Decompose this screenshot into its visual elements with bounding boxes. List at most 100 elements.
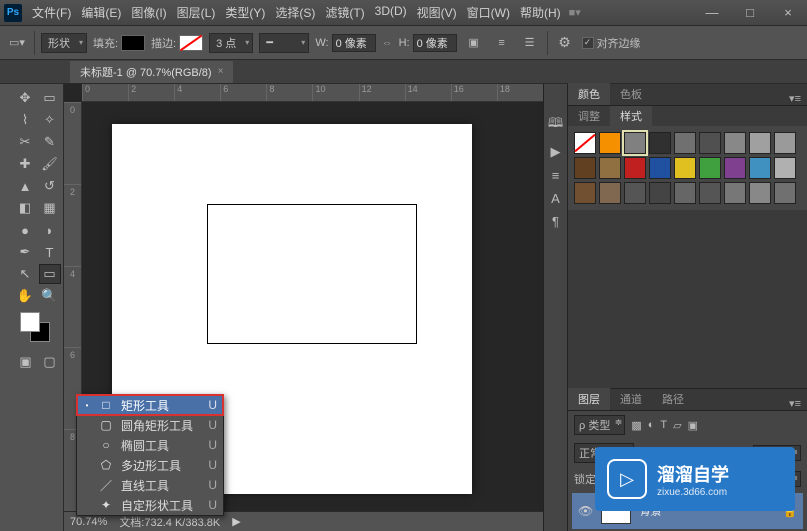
document-tab[interactable]: 未标题-1 @ 70.7%(RGB/8) × bbox=[70, 61, 233, 83]
tab-paths[interactable]: 路径 bbox=[652, 388, 694, 410]
style-swatch[interactable] bbox=[674, 132, 696, 154]
flyout-rectangle[interactable]: •□矩形工具U bbox=[77, 395, 223, 415]
menu-edit[interactable]: 编辑(E) bbox=[77, 2, 125, 23]
close-button[interactable]: × bbox=[773, 6, 803, 20]
minimize-button[interactable]: — bbox=[697, 6, 727, 20]
menu-select[interactable]: 选择(S) bbox=[271, 2, 319, 23]
align-icon[interactable]: ≡ bbox=[491, 32, 513, 54]
tab-styles[interactable]: 样式 bbox=[610, 106, 652, 126]
magic-wand-tool[interactable]: ✧ bbox=[39, 110, 61, 130]
style-swatch[interactable] bbox=[724, 132, 746, 154]
zoom-tool[interactable]: 🔍 bbox=[39, 286, 61, 306]
eyedropper-tool[interactable]: ✎ bbox=[39, 132, 61, 152]
style-swatch[interactable] bbox=[649, 157, 671, 179]
tab-layers[interactable]: 图层 bbox=[568, 388, 610, 410]
menu-layer[interactable]: 图层(L) bbox=[173, 2, 220, 23]
filter-pixel-icon[interactable]: ▩ bbox=[631, 419, 641, 432]
style-swatch[interactable] bbox=[699, 157, 721, 179]
history-panel-icon[interactable]: 🕮 bbox=[548, 114, 563, 136]
hand-tool[interactable]: ✋ bbox=[14, 286, 36, 306]
style-swatch[interactable] bbox=[699, 182, 721, 204]
style-swatch[interactable] bbox=[574, 157, 596, 179]
style-swatch[interactable] bbox=[724, 157, 746, 179]
color-wells[interactable] bbox=[20, 312, 52, 344]
stroke-style-dropdown[interactable]: ━ bbox=[259, 33, 309, 53]
move-tool[interactable]: ✥ bbox=[14, 88, 36, 108]
drawn-rectangle[interactable] bbox=[207, 204, 417, 344]
brush-tool[interactable]: 🖌 bbox=[39, 154, 61, 174]
style-swatch[interactable] bbox=[574, 132, 596, 154]
quickmask-icon[interactable]: ▣ bbox=[15, 352, 37, 372]
stamp-tool[interactable]: ▲ bbox=[14, 176, 36, 196]
menu-help[interactable]: 帮助(H) bbox=[516, 2, 565, 23]
blur-tool[interactable]: ● bbox=[14, 220, 36, 240]
style-swatch[interactable] bbox=[649, 182, 671, 204]
filter-shape-icon[interactable]: ▱ bbox=[673, 419, 681, 432]
pen-tool[interactable]: ✒ bbox=[14, 242, 36, 262]
filter-smart-icon[interactable]: ▣ bbox=[688, 419, 698, 432]
height-input[interactable]: 0 像素 bbox=[413, 34, 457, 52]
gear-icon[interactable]: ⚙ bbox=[554, 32, 576, 54]
extras-button[interactable]: ■▾ bbox=[569, 6, 581, 19]
arrange-icon[interactable]: ☰ bbox=[519, 32, 541, 54]
style-swatch[interactable] bbox=[574, 182, 596, 204]
path-select-tool[interactable]: ↖ bbox=[14, 264, 36, 284]
style-swatch[interactable] bbox=[624, 182, 646, 204]
style-swatch[interactable] bbox=[749, 182, 771, 204]
style-swatch[interactable] bbox=[599, 182, 621, 204]
style-swatch[interactable] bbox=[599, 157, 621, 179]
type-tool[interactable]: T bbox=[39, 242, 61, 262]
path-ops-icon[interactable]: ▣ bbox=[463, 32, 485, 54]
align-edges[interactable]: ✓ 对齐边缘 bbox=[582, 35, 641, 51]
layers-menu-icon[interactable]: ▾≡ bbox=[783, 397, 807, 410]
style-swatch[interactable] bbox=[749, 157, 771, 179]
menu-filter[interactable]: 滤镜(T) bbox=[321, 2, 368, 23]
stroke-swatch[interactable] bbox=[179, 35, 203, 51]
tab-color[interactable]: 颜色 bbox=[568, 83, 610, 105]
zoom-display[interactable]: 70.74% bbox=[70, 516, 107, 528]
shape-mode-dropdown[interactable]: 形状 bbox=[41, 33, 87, 53]
style-swatch[interactable] bbox=[749, 132, 771, 154]
actions-panel-icon[interactable]: ▶ bbox=[551, 144, 561, 160]
gradient-tool[interactable]: ▦ bbox=[39, 198, 61, 218]
style-swatch[interactable] bbox=[674, 157, 696, 179]
tool-preset-icon[interactable]: ▭▾ bbox=[6, 32, 28, 54]
style-swatch[interactable] bbox=[624, 157, 646, 179]
style-swatch[interactable] bbox=[724, 182, 746, 204]
healing-tool[interactable]: ✚ bbox=[14, 154, 36, 174]
crop-tool[interactable]: ✂ bbox=[14, 132, 36, 152]
style-swatch[interactable] bbox=[649, 132, 671, 154]
shape-tool[interactable]: ▭ bbox=[39, 264, 61, 284]
foreground-color[interactable] bbox=[20, 312, 40, 332]
style-swatch[interactable] bbox=[599, 132, 621, 154]
style-swatch[interactable] bbox=[774, 132, 796, 154]
align-edges-checkbox[interactable]: ✓ bbox=[582, 37, 594, 49]
style-swatch[interactable] bbox=[774, 157, 796, 179]
link-wh-icon[interactable]: ⇔ bbox=[382, 37, 393, 49]
style-swatch[interactable] bbox=[674, 182, 696, 204]
menu-window[interactable]: 窗口(W) bbox=[463, 2, 514, 23]
menu-3d[interactable]: 3D(D) bbox=[371, 2, 411, 23]
tab-channels[interactable]: 通道 bbox=[610, 388, 652, 410]
eraser-tool[interactable]: ◧ bbox=[14, 198, 36, 218]
character-panel-icon[interactable]: A bbox=[551, 191, 560, 206]
width-input[interactable]: 0 像素 bbox=[332, 34, 376, 52]
paragraph-panel-icon[interactable]: ¶ bbox=[552, 214, 559, 229]
flyout-rounded-rect[interactable]: ▢圆角矩形工具U bbox=[77, 415, 223, 435]
stroke-width-dropdown[interactable]: 3 点 bbox=[209, 33, 253, 53]
tab-swatches[interactable]: 色板 bbox=[610, 83, 652, 105]
style-swatch[interactable] bbox=[774, 182, 796, 204]
flyout-ellipse[interactable]: ○椭圆工具U bbox=[77, 435, 223, 455]
maximize-button[interactable]: □ bbox=[735, 6, 765, 20]
lasso-tool[interactable]: ⌇ bbox=[14, 110, 36, 130]
flyout-line[interactable]: ／直线工具U bbox=[77, 475, 223, 495]
menu-type[interactable]: 类型(Y) bbox=[221, 2, 269, 23]
properties-panel-icon[interactable]: ≡ bbox=[552, 168, 560, 183]
panel-menu-icon[interactable]: ▾≡ bbox=[783, 92, 807, 105]
statusbar-menu-icon[interactable]: ▶ bbox=[232, 515, 240, 528]
menu-file[interactable]: 文件(F) bbox=[28, 2, 75, 23]
filter-adjust-icon[interactable]: ◐ bbox=[648, 419, 655, 431]
menu-image[interactable]: 图像(I) bbox=[127, 2, 170, 23]
tab-adjust[interactable]: 调整 bbox=[568, 106, 610, 126]
screenmode-icon[interactable]: ▢ bbox=[39, 352, 61, 372]
